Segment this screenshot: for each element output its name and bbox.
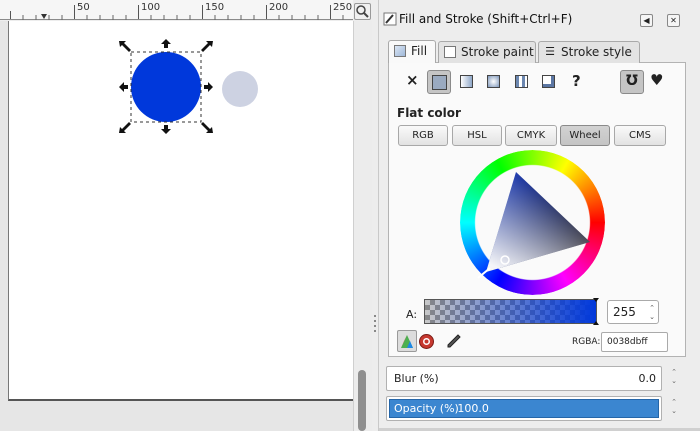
unset-paint-button[interactable]: ? <box>566 70 590 94</box>
tab-label: Fill <box>411 44 428 58</box>
fill-rule-nonzero-button[interactable]: ♥ <box>645 70 669 94</box>
color-dropper-icon[interactable] <box>446 333 462 351</box>
tab-stroke-style[interactable]: ☰ Stroke style <box>538 41 640 63</box>
blur-slider[interactable]: Blur (%) 0.0 <box>386 366 662 391</box>
iconify-icon: ◀ <box>643 16 650 25</box>
alpha-slider-marker <box>593 298 599 325</box>
tab-label: Stroke paint <box>461 45 534 59</box>
mode-cmyk-button[interactable]: CMYK <box>505 125 557 146</box>
blur-value: 0.0 <box>638 372 657 385</box>
circle-object[interactable] <box>222 71 258 107</box>
rgba-label: RGBA: <box>572 337 601 347</box>
zoom-correction-button[interactable] <box>354 3 371 20</box>
fill-rule-nonzero-icon: ♥ <box>650 71 664 89</box>
stroke-paint-icon <box>444 46 456 58</box>
radial-gradient-icon <box>487 75 500 88</box>
swatch-button[interactable] <box>537 70 561 94</box>
panel-title: Fill and Stroke (Shift+Ctrl+F) <box>399 12 573 26</box>
no-paint-button[interactable]: × <box>400 70 424 94</box>
alpha-value: 255 <box>613 305 636 319</box>
out-of-gamut-icon[interactable] <box>418 333 435 350</box>
linear-gradient-icon <box>460 75 473 88</box>
alpha-spinbox[interactable]: 255 ⌃ ⌄ <box>607 300 659 324</box>
ruler-marker-icon <box>41 14 47 19</box>
tab-fill[interactable]: Fill <box>388 40 436 63</box>
opacity-value: 100.0 <box>457 402 489 415</box>
opacity-label: Opacity (%) <box>394 402 459 415</box>
rgba-entry[interactable]: 0038dbff <box>601 332 668 352</box>
flat-color-icon <box>432 75 447 90</box>
blur-label: Blur (%) <box>394 372 439 385</box>
mode-hsl-button[interactable]: HSL <box>452 125 502 146</box>
stroke-style-icon: ☰ <box>545 45 555 58</box>
flat-color-button[interactable] <box>427 70 451 94</box>
tab-label: Stroke style <box>561 45 632 59</box>
iconify-button[interactable]: ◀ <box>640 14 653 27</box>
fill-rule-evenodd-button[interactable]: Ʊ <box>620 70 644 94</box>
scrollbar-thumb[interactable] <box>358 370 366 431</box>
unset-icon: ? <box>572 72 581 90</box>
tab-stroke-paint[interactable]: Stroke paint <box>438 41 536 63</box>
blur-spin[interactable]: ⌃ ⌄ <box>664 368 684 386</box>
pattern-icon <box>515 75 528 88</box>
fill-tab-icon <box>394 45 406 57</box>
color-managed-toggle[interactable] <box>397 330 417 352</box>
alpha-slider[interactable] <box>424 298 599 325</box>
color-management-icon <box>401 335 413 348</box>
close-icon: ✕ <box>670 16 677 25</box>
no-paint-icon: × <box>406 71 419 89</box>
hue-marker <box>477 267 491 279</box>
opacity-spin[interactable]: ⌃ ⌄ <box>664 398 684 416</box>
close-panel-button[interactable]: ✕ <box>667 14 680 27</box>
selected-circle[interactable] <box>131 52 201 122</box>
mode-cms-button[interactable]: CMS <box>614 125 666 146</box>
horizontal-ruler[interactable]: 50 100 150 200 250 <box>0 0 353 20</box>
opacity-slider[interactable]: Opacity (%) 100.0 <box>386 396 662 421</box>
fill-stroke-icon <box>383 12 397 26</box>
mode-rgb-button[interactable]: RGB <box>398 125 448 146</box>
fill-rule-evenodd-icon: Ʊ <box>626 73 638 89</box>
pattern-button[interactable] <box>510 70 534 94</box>
document-page[interactable] <box>8 21 353 401</box>
alpha-label: A: <box>406 308 418 321</box>
mode-wheel-button[interactable]: Wheel <box>560 125 610 146</box>
magnifier-icon <box>356 5 369 18</box>
swatch-icon <box>542 75 555 88</box>
radial-gradient-button[interactable] <box>482 70 506 94</box>
spin-up-icon[interactable]: ⌃ <box>649 304 655 312</box>
color-triangle[interactable] <box>460 150 605 295</box>
spin-down-icon[interactable]: ⌄ <box>649 313 655 321</box>
section-label: Flat color <box>397 106 461 120</box>
linear-gradient-button[interactable] <box>455 70 479 94</box>
